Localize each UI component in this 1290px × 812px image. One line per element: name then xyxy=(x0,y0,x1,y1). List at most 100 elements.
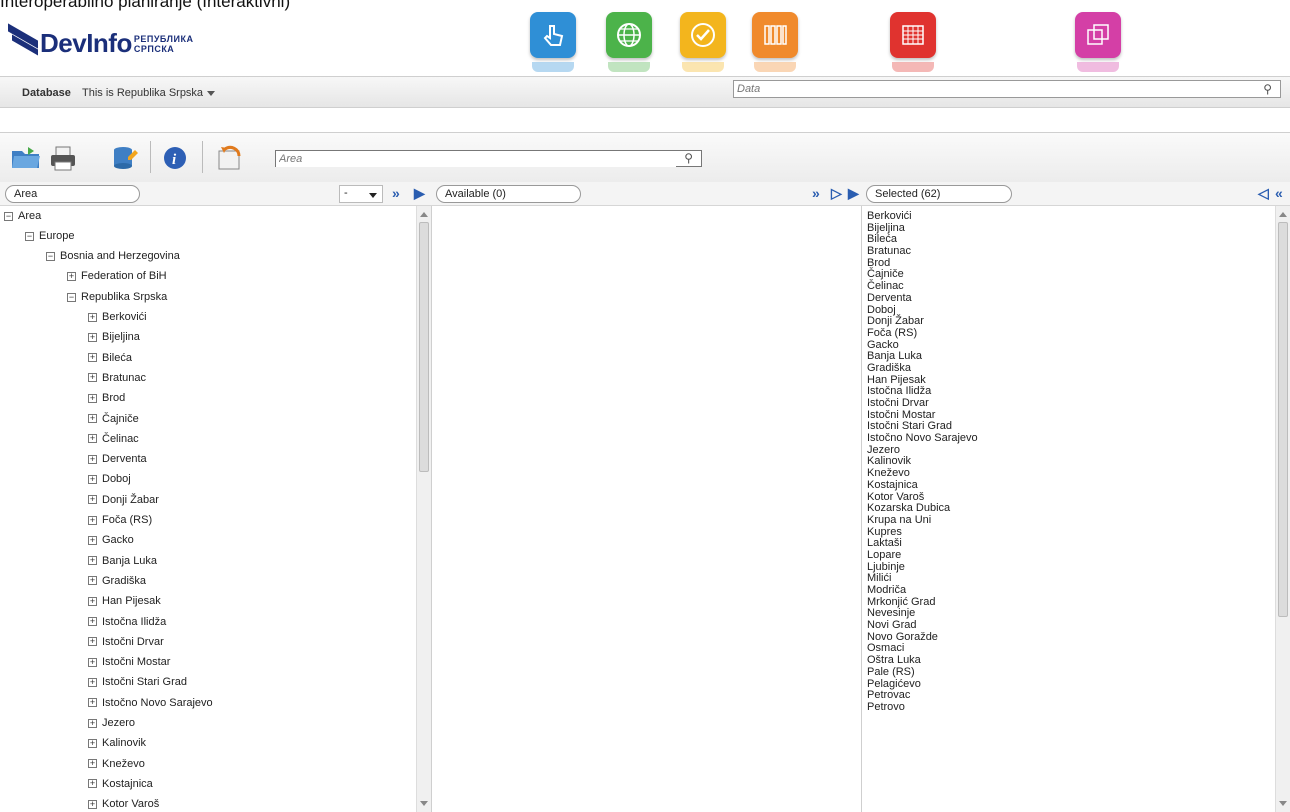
expand-icon[interactable]: + xyxy=(88,698,97,708)
scroll-down-icon[interactable] xyxy=(420,801,428,806)
tree-node-fbih[interactable]: + Federation of BiH xyxy=(67,266,167,286)
list-item[interactable]: Krupa na Uni xyxy=(867,514,1267,527)
expand-icon[interactable]: + xyxy=(88,556,97,566)
checkmark-icon[interactable] xyxy=(680,12,726,72)
expand-icon[interactable]: + xyxy=(88,657,97,667)
collapse-icon[interactable]: − xyxy=(67,292,76,302)
list-item[interactable]: Ljubinje xyxy=(867,561,1267,574)
list-item[interactable]: Kneževo xyxy=(867,467,1267,480)
available-tab[interactable]: Available (0) xyxy=(436,185,581,203)
scroll-up-icon[interactable] xyxy=(1279,212,1287,217)
list-item[interactable]: Kupres xyxy=(867,526,1267,539)
chevron-down-icon[interactable] xyxy=(207,91,215,96)
expand-icon[interactable]: + xyxy=(88,393,97,403)
list-item[interactable]: Bijeljina xyxy=(867,222,1267,235)
expand-icon[interactable]: + xyxy=(88,414,97,424)
tree-node-municipality[interactable]: + Kneževo xyxy=(88,754,145,774)
database-edit-icon[interactable] xyxy=(110,143,140,173)
list-item[interactable]: Kalinovik xyxy=(867,456,1267,468)
tree-node-municipality[interactable]: + Istočno Novo Sarajevo xyxy=(88,693,213,713)
list-item[interactable]: Berkovići xyxy=(867,210,1267,223)
tree-node-area[interactable]: − Area xyxy=(4,206,41,226)
move-icon[interactable]: ▶ xyxy=(848,184,859,202)
tree-node-municipality[interactable]: + Kalinovik xyxy=(88,733,146,753)
search-icon[interactable]: ⚲ xyxy=(684,151,693,165)
expand-icon[interactable]: + xyxy=(88,637,97,647)
tree-node-municipality[interactable]: + Bileća xyxy=(88,348,132,368)
expand-icon[interactable]: + xyxy=(88,799,97,809)
library-icon[interactable] xyxy=(752,12,798,72)
reset-icon[interactable] xyxy=(215,143,245,173)
search-icon[interactable]: ⚲ xyxy=(1263,82,1272,96)
open-folder-icon[interactable] xyxy=(10,143,40,173)
tree-node-municipality[interactable]: + Čelinac xyxy=(88,429,139,449)
expand-icon[interactable]: + xyxy=(88,353,97,363)
list-item[interactable]: Bileća xyxy=(867,234,1267,246)
tree-node-municipality[interactable]: + Bijeljina xyxy=(88,327,140,347)
list-item[interactable]: Oštra Luka xyxy=(867,654,1267,667)
deselect-all-icon[interactable]: « xyxy=(1275,184,1283,202)
list-item[interactable]: Petrovac xyxy=(867,689,1267,702)
list-item[interactable]: Mrkonjić Grad xyxy=(867,596,1267,609)
available-list[interactable] xyxy=(432,206,862,812)
table-grid-icon[interactable] xyxy=(890,12,936,72)
area-search-input[interactable] xyxy=(276,151,676,167)
selected-scrollbar[interactable] xyxy=(1275,206,1290,812)
collapse-icon[interactable]: − xyxy=(4,211,13,221)
expand-icon[interactable]: + xyxy=(88,474,97,484)
tree-scrollbar[interactable] xyxy=(416,206,431,812)
scroll-up-icon[interactable] xyxy=(420,212,428,217)
list-item[interactable]: Modriča xyxy=(867,584,1267,597)
touch-icon[interactable] xyxy=(530,12,576,72)
globe-icon[interactable] xyxy=(606,12,652,72)
list-item[interactable]: Nevesinje xyxy=(867,608,1267,620)
tree-node-municipality[interactable]: + Čajniče xyxy=(88,409,139,429)
selected-list[interactable]: Berkovići Bijeljina Bileća Bratunac Brod Čajn… xyxy=(862,206,1290,812)
expand-all-icon[interactable]: » xyxy=(392,184,400,202)
list-item[interactable]: Donji Žabar xyxy=(867,315,1267,328)
expand-icon[interactable]: + xyxy=(88,596,97,606)
list-item[interactable]: Kostajnica xyxy=(867,479,1267,492)
tree-node-municipality[interactable]: + Istočni Mostar xyxy=(88,652,170,672)
expand-icon[interactable]: + xyxy=(67,271,76,281)
tree-node-municipality[interactable]: + Brod xyxy=(88,388,125,408)
list-item[interactable]: Čelinac xyxy=(867,280,1267,293)
expand-icon[interactable]: + xyxy=(88,617,97,627)
tree-node-municipality[interactable]: + Banja Luka xyxy=(88,551,157,571)
selected-tab[interactable]: Selected (62) xyxy=(866,185,1012,203)
tree-node-bih[interactable]: − Bosnia and Herzegovina xyxy=(46,246,180,266)
list-item[interactable]: Pelagićevo xyxy=(867,678,1267,691)
list-item[interactable]: Derventa xyxy=(867,292,1267,305)
list-item[interactable]: Gradiška xyxy=(867,362,1267,375)
area-search-box[interactable]: ⚲ xyxy=(275,150,702,167)
list-item[interactable]: Laktaši xyxy=(867,538,1267,550)
expand-icon[interactable]: + xyxy=(88,454,97,464)
tree-node-rs[interactable]: − Republika Srpska xyxy=(67,287,167,307)
tree-node-municipality[interactable]: + Bratunac xyxy=(88,368,146,388)
list-item[interactable]: Petrovo xyxy=(867,701,1267,714)
list-item[interactable]: Jezero xyxy=(867,444,1267,457)
tree-node-municipality[interactable]: + Berkovići xyxy=(88,307,147,327)
list-item[interactable]: Istočni Drvar xyxy=(867,397,1267,410)
list-item[interactable]: Milići xyxy=(867,573,1267,585)
expand-icon[interactable]: + xyxy=(88,576,97,586)
list-item[interactable]: Osmaci xyxy=(867,643,1267,655)
expand-icon[interactable]: + xyxy=(88,677,97,687)
list-item[interactable]: Bratunac xyxy=(867,245,1267,258)
expand-icon[interactable]: + xyxy=(88,759,97,769)
tree-node-municipality[interactable]: + Istočna Ilidža xyxy=(88,612,166,632)
select-icon[interactable]: ▷ xyxy=(831,184,842,202)
list-item[interactable]: Foča (RS) xyxy=(867,327,1267,340)
expand-icon[interactable]: ▶ xyxy=(414,184,425,202)
tree-node-municipality[interactable]: + Gradiška xyxy=(88,571,146,591)
expand-icon[interactable]: + xyxy=(88,515,97,525)
tree-node-municipality[interactable]: + Istočni Stari Grad xyxy=(88,672,187,692)
select-all-icon[interactable]: » xyxy=(812,184,820,202)
expand-icon[interactable]: + xyxy=(88,495,97,505)
list-item[interactable]: Lopare xyxy=(867,549,1267,562)
expand-icon[interactable]: + xyxy=(88,718,97,728)
tree-node-municipality[interactable]: + Kotor Varoš xyxy=(88,794,159,812)
expand-icon[interactable]: + xyxy=(88,434,97,444)
tree-node-municipality[interactable]: + Kostajnica xyxy=(88,774,153,794)
expand-icon[interactable]: + xyxy=(88,535,97,545)
